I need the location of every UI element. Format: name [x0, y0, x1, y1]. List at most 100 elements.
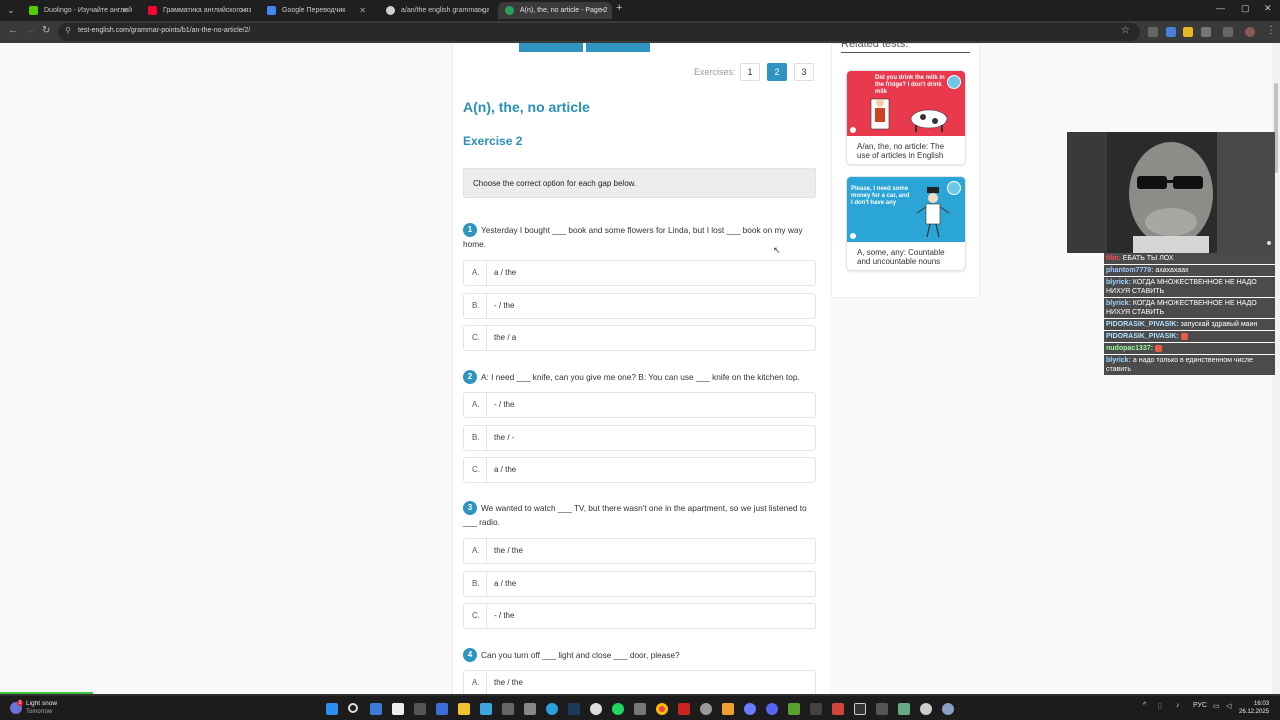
app-icon[interactable]: [854, 703, 866, 715]
bookmark-star-icon[interactable]: ☆: [1121, 25, 1130, 36]
weather-title: Light snow: [26, 700, 58, 707]
app-icon[interactable]: [436, 703, 448, 715]
app-icon[interactable]: [678, 703, 690, 715]
tab-title: Google Переводчик: [282, 7, 346, 14]
microphone-icon[interactable]: ♪: [1176, 702, 1180, 709]
browser-menu-icon[interactable]: ⋮: [1266, 25, 1276, 36]
app-icon[interactable]: [810, 703, 822, 715]
option-2c[interactable]: C. a / the: [463, 457, 816, 483]
option-2b[interactable]: B. the / -: [463, 425, 816, 451]
option-text: the / the: [494, 546, 523, 555]
exercise-3-button[interactable]: 3: [794, 63, 814, 81]
option-1b[interactable]: B. - / the: [463, 293, 816, 319]
info-icon: [850, 127, 856, 133]
tray-chevron-icon[interactable]: ^: [1143, 702, 1146, 709]
option-3b[interactable]: B. a / the: [463, 571, 816, 597]
sidepanel-icon[interactable]: [1223, 27, 1233, 37]
tab-active-article[interactable]: A(n), the, no article - Page 2 of 3 ✕: [498, 2, 612, 19]
volume-icon[interactable]: ◁: [1226, 702, 1231, 710]
windows-taskbar: 2 Light snow Tomorrow ^ ▯ ♪ РУС ▭ ◁ 16:0…: [0, 694, 1280, 720]
nav-button[interactable]: [586, 43, 650, 52]
site-info-icon[interactable]: ⚲: [65, 26, 71, 35]
extension-icon[interactable]: [1183, 27, 1193, 37]
app-icon[interactable]: [700, 703, 712, 715]
maximize-icon[interactable]: ▢: [1241, 3, 1250, 14]
close-icon[interactable]: ✕: [121, 2, 128, 19]
language-indicator[interactable]: РУС: [1193, 702, 1207, 709]
app-icon[interactable]: [722, 703, 734, 715]
app-icon[interactable]: [876, 703, 888, 715]
app-icon[interactable]: [832, 703, 844, 715]
telegram-icon[interactable]: [546, 703, 558, 715]
app-icon[interactable]: [414, 703, 426, 715]
test-english-logo-icon: [947, 75, 961, 89]
network-icon[interactable]: ▭: [1213, 702, 1220, 710]
tab-grammar[interactable]: Грамматика английского языка ✕: [141, 2, 253, 19]
windows-start-icon[interactable]: [326, 703, 338, 715]
option-text: - / the: [494, 301, 515, 310]
app-icon[interactable]: [898, 703, 910, 715]
exercises-label: Exercises:: [694, 67, 736, 77]
extension-icon[interactable]: [1148, 27, 1158, 37]
forward-icon[interactable]: →: [25, 25, 35, 36]
minimize-icon[interactable]: —: [1216, 3, 1225, 13]
option-letter: C.: [464, 326, 487, 350]
tab-grammar-game[interactable]: a/an/the english grammar game ✕: [379, 2, 491, 19]
option-1c[interactable]: C. the / a: [463, 325, 816, 351]
related-test-card[interactable]: Did you drink the milk in the fridge? I …: [846, 70, 966, 165]
notification-badge: 2: [17, 700, 23, 706]
extension-icon[interactable]: [1166, 27, 1176, 37]
minecraft-icon[interactable]: [788, 703, 800, 715]
new-tab-button[interactable]: +: [616, 2, 622, 14]
app-icon[interactable]: [392, 703, 404, 715]
close-icon[interactable]: ✕: [478, 2, 485, 19]
question-number-badge: 4: [463, 648, 477, 662]
close-icon[interactable]: ✕: [599, 2, 606, 19]
option-3c[interactable]: C. - / the: [463, 603, 816, 629]
related-tests-heading: Related tests:: [841, 43, 970, 53]
option-1a[interactable]: A. a / the: [463, 260, 816, 286]
task-view-icon[interactable]: [370, 703, 382, 715]
tray-icon[interactable]: ▯: [1158, 702, 1162, 710]
option-text: a / the: [494, 465, 517, 474]
profile-avatar[interactable]: [1245, 27, 1255, 37]
tab-google-translate[interactable]: Google Переводчик ✕: [260, 2, 372, 19]
app-icon[interactable]: [524, 703, 536, 715]
file-explorer-icon[interactable]: [458, 703, 470, 715]
close-icon[interactable]: ✕: [240, 2, 247, 19]
globe-icon: [386, 6, 395, 15]
option-4a[interactable]: A. the / the: [463, 670, 816, 694]
tab-search-icon[interactable]: ⌄: [4, 3, 18, 17]
search-icon[interactable]: [348, 703, 358, 713]
app-icon[interactable]: [920, 703, 932, 715]
exercise-2-button[interactable]: 2: [767, 63, 787, 81]
option-2a[interactable]: A. - / the: [463, 392, 816, 418]
tab-duolingo[interactable]: Duolingo - Изучайте английский ✕: [22, 2, 134, 19]
exercise-1-button[interactable]: 1: [740, 63, 760, 81]
option-3a[interactable]: A. the / the: [463, 538, 816, 564]
spotify-icon[interactable]: [612, 703, 624, 715]
nav-button[interactable]: [519, 43, 583, 52]
related-test-card[interactable]: Please, I need some money for a car, and…: [846, 176, 966, 271]
reload-icon[interactable]: ↻: [42, 25, 50, 36]
app-icon[interactable]: [634, 703, 646, 715]
question-text: A: I need ___ knife, can you give me one…: [481, 372, 800, 382]
chrome-icon[interactable]: [656, 703, 668, 715]
discord-icon[interactable]: [766, 703, 778, 715]
chat-text: запускай здравый маин: [1180, 321, 1258, 328]
page-title: A(n), the, no article: [463, 99, 590, 115]
app-icon[interactable]: [744, 703, 756, 715]
extensions-puzzle-icon[interactable]: [1201, 27, 1211, 37]
app-icon[interactable]: [502, 703, 514, 715]
back-icon[interactable]: ←: [8, 25, 18, 36]
close-icon[interactable]: ✕: [359, 2, 366, 19]
chatgpt-icon[interactable]: [590, 703, 602, 715]
window-close-icon[interactable]: ✕: [1264, 3, 1272, 14]
address-bar[interactable]: ⚲ test-english.com/grammar-points/b1/an-…: [58, 23, 1140, 41]
system-clock[interactable]: 16:03 26.12.2025: [1239, 700, 1269, 716]
option-letter: C.: [464, 604, 487, 628]
option-text: the / the: [494, 678, 523, 687]
settings-icon[interactable]: [942, 703, 954, 715]
app-icon[interactable]: [480, 703, 492, 715]
steam-icon[interactable]: [568, 703, 580, 715]
